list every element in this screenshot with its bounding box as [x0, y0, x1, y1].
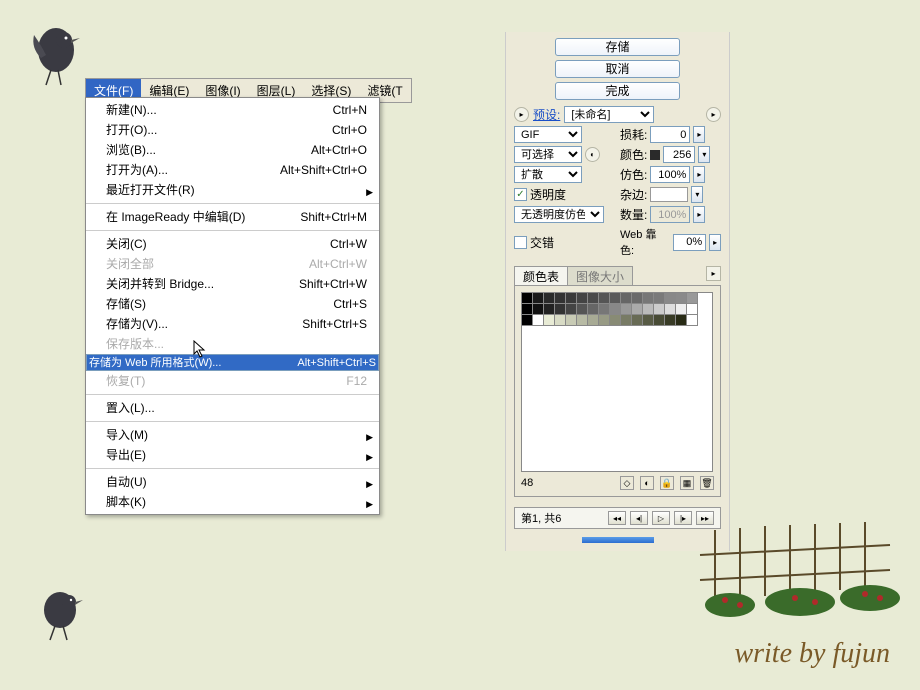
frame-label: 第1, 共6	[521, 510, 561, 526]
matte-spin[interactable]: ▾	[691, 186, 703, 203]
trans-amount-value: 100%	[650, 206, 690, 223]
lossy-label: 损耗:	[620, 126, 647, 143]
nav-prev[interactable]: ◂|	[630, 511, 648, 525]
menu-item: 保存版本...	[86, 334, 379, 354]
menu-separator	[86, 230, 379, 231]
file-menu: 新建(N)...Ctrl+N打开(O)...Ctrl+O浏览(B)...Alt+…	[85, 97, 380, 515]
color-swatch[interactable]	[686, 314, 698, 326]
fence-decoration	[690, 520, 920, 630]
ct-icon-3[interactable]: 🔒	[660, 476, 674, 490]
cancel-button[interactable]: 取消	[555, 60, 680, 78]
dither-select[interactable]: 扩散	[514, 166, 582, 183]
transparency-checkbox[interactable]: ✓	[514, 188, 527, 201]
preset-options-icon[interactable]: ▸	[706, 107, 721, 122]
submenu-arrow-icon: ▶	[366, 449, 373, 465]
dither-amount-spin[interactable]: ▸	[693, 166, 705, 183]
ct-trash-icon[interactable]: 🗑	[700, 476, 714, 490]
menu-item[interactable]: 存储为(V)...Shift+Ctrl+S	[86, 314, 379, 334]
tab-menu-icon[interactable]: ▸	[706, 266, 721, 281]
tab-colortable[interactable]: 颜色表	[514, 266, 568, 285]
preset-label[interactable]: 预设:	[533, 106, 560, 123]
menu-item: 关闭全部Alt+Ctrl+W	[86, 254, 379, 274]
format-select[interactable]: GIF	[514, 126, 582, 143]
color-swatch-icon	[650, 150, 660, 160]
dither-amount-label: 仿色:	[620, 166, 647, 183]
submenu-arrow-icon: ▶	[366, 496, 373, 512]
menu-item[interactable]: 在 ImageReady 中编辑(D)Shift+Ctrl+M	[86, 207, 379, 227]
colors-value[interactable]: 256	[663, 146, 695, 163]
menu-item[interactable]: 存储(S)Ctrl+S	[86, 294, 379, 314]
reduction-select[interactable]: 可选择	[514, 146, 582, 163]
preset-select[interactable]: [未命名]	[564, 106, 654, 123]
bird-decoration-1	[26, 0, 86, 90]
interlaced-checkbox[interactable]	[514, 236, 527, 249]
lossy-value[interactable]: 0	[650, 126, 690, 143]
matte-label: 杂边:	[620, 186, 647, 203]
menu-item[interactable]: 关闭(C)Ctrl+W	[86, 234, 379, 254]
done-button[interactable]: 完成	[555, 82, 680, 100]
menu-separator	[86, 421, 379, 422]
color-table[interactable]	[521, 292, 713, 472]
progress-bar	[582, 537, 654, 543]
menu-item[interactable]: 置入(L)...	[86, 398, 379, 418]
ct-icon-1[interactable]: ◇	[620, 476, 634, 490]
menu-separator	[86, 394, 379, 395]
menu-item[interactable]: 打开为(A)...Alt+Shift+Ctrl+O	[86, 160, 379, 180]
menu-item[interactable]: 导入(M)▶	[86, 425, 379, 445]
save-button[interactable]: 存储	[555, 38, 680, 56]
menu-item[interactable]: 脚本(K)▶	[86, 492, 379, 512]
ct-icon-2[interactable]: ◐	[640, 476, 654, 490]
trans-amount-label: 数量:	[620, 206, 647, 223]
menu-item: 恢复(T)F12	[86, 371, 379, 391]
nav-first[interactable]: ◂◂	[608, 511, 626, 525]
reduction-options-icon[interactable]: ◐	[585, 147, 600, 162]
menu-separator	[86, 468, 379, 469]
transparency-label: 透明度	[530, 186, 566, 203]
submenu-arrow-icon: ▶	[366, 476, 373, 492]
menu-separator	[86, 203, 379, 204]
bird-decoration-2	[35, 580, 90, 645]
submenu-arrow-icon: ▶	[366, 429, 373, 445]
menu-item[interactable]: 关闭并转到 Bridge...Shift+Ctrl+W	[86, 274, 379, 294]
color-count: 48	[521, 477, 533, 489]
websnap-label: Web 靠色:	[620, 226, 670, 258]
submenu-arrow-icon: ▶	[366, 184, 373, 200]
menu-item[interactable]: 新建(N)...Ctrl+N	[86, 100, 379, 120]
websnap-value[interactable]: 0%	[673, 234, 707, 251]
trans-dither-select[interactable]: 无透明度仿色	[514, 206, 604, 223]
tab-imagesize[interactable]: 图像大小	[567, 266, 633, 285]
dither-amount-value[interactable]: 100%	[650, 166, 690, 183]
ct-icon-4[interactable]: ▦	[680, 476, 694, 490]
interlaced-label: 交错	[530, 234, 554, 251]
menu-item[interactable]: 最近打开文件(R)▶	[86, 180, 379, 200]
preset-menu-icon[interactable]: ▸	[514, 107, 529, 122]
lossy-spin[interactable]: ▸	[693, 126, 705, 143]
nav-play[interactable]: ▷	[652, 511, 670, 525]
matte-swatch[interactable]	[650, 187, 688, 202]
colors-label: 颜色:	[620, 146, 647, 163]
menu-item[interactable]: 打开(O)...Ctrl+O	[86, 120, 379, 140]
trans-amount-spin: ▸	[693, 206, 705, 223]
colortable-panel: 48 ◇ ◐ 🔒 ▦ 🗑	[514, 285, 721, 497]
menu-item[interactable]: 存储为 Web 所用格式(W)...Alt+Shift+Ctrl+S	[86, 354, 379, 371]
menu-item[interactable]: 自动(U)▶	[86, 472, 379, 492]
websnap-spin[interactable]: ▸	[709, 234, 721, 251]
menu-item[interactable]: 导出(E)▶	[86, 445, 379, 465]
colors-spin[interactable]: ▾	[698, 146, 710, 163]
signature: write by fujun	[734, 638, 890, 670]
save-for-web-panel: 存储 取消 完成 ▸ 预设: [未命名] ▸ GIF 损耗: 0 ▸ 可选择 ◐…	[505, 32, 730, 551]
menu-item[interactable]: 浏览(B)...Alt+Ctrl+O	[86, 140, 379, 160]
